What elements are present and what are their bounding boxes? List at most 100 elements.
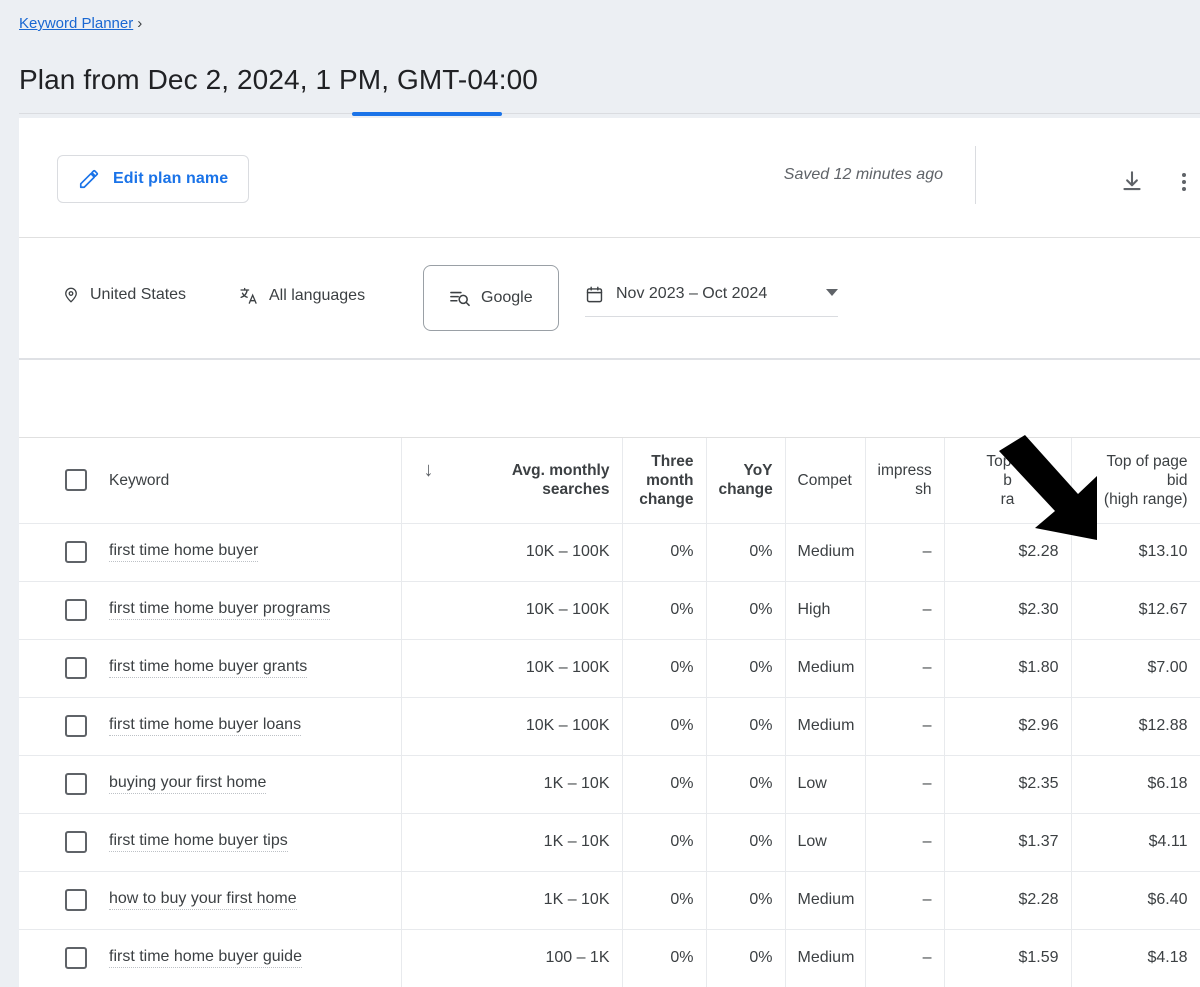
table-cell-ad-impression-share: – [865,755,945,814]
table-header-yoy-change[interactable]: YoY change [706,438,786,524]
table-cell-avg-monthly-searches: 1K – 10K [401,755,623,814]
table-cell-keyword[interactable]: first time home buyer loans [19,697,402,756]
bid-low-line2: b [1003,471,1012,489]
table-cell-yoy-change: 0% [706,697,786,756]
row-checkbox[interactable] [65,541,87,563]
table-cell-top-of-page-bid-high: $6.18 [1071,755,1200,814]
table-cell-top-of-page-bid-low: $2.30 [944,581,1072,640]
tab-active-indicator[interactable] [352,112,502,116]
plan-filters-bar: United States All languages Google Nov 2… [19,238,1200,360]
table-cell-competition: Medium [785,697,866,756]
ad-impression-share-line1: impress [877,462,932,480]
table-header-three-month-change[interactable]: Three month change [622,438,707,524]
filter-network[interactable]: Google [423,265,559,331]
keyword-text[interactable]: how to buy your first home [109,890,297,910]
filter-location-label: United States [90,286,187,303]
table-header-competition[interactable]: Compet [785,438,866,524]
table-cell-keyword[interactable]: first time home buyer grants [19,639,402,698]
row-checkbox[interactable] [65,947,87,969]
table-cell-avg-monthly-searches: 10K – 100K [401,697,623,756]
table-cell-avg-monthly-searches: 1K – 10K [401,871,623,930]
filter-date-range[interactable]: Nov 2023 – Oct 2024 [585,272,838,317]
table-cell-keyword[interactable]: first time home buyer programs [19,581,402,640]
filter-language[interactable]: All languages [239,286,365,306]
row-checkbox[interactable] [65,715,87,737]
row-checkbox[interactable] [65,831,87,853]
table-header-top-of-page-bid-low[interactable]: Top of b ra [944,438,1072,524]
table-cell-competition: Medium [785,871,866,930]
table-cell-three-month-change: 0% [622,755,707,814]
table-cell-top-of-page-bid-high: $13.10 [1071,523,1200,582]
bid-high-line2: (high range) [1103,490,1188,508]
table-cell-keyword[interactable]: how to buy your first home [19,871,402,930]
keyword-text[interactable]: first time home buyer loans [109,716,302,736]
table-row[interactable]: first time home buyer programs 10K – 100K… [19,581,1200,640]
table-cell-keyword[interactable]: first time home buyer [19,523,402,582]
edit-plan-name-button[interactable]: Edit plan name [57,155,250,203]
table-header-avg-monthly-searches[interactable]: ↓ Avg. monthly searches [401,438,623,524]
row-checkbox[interactable] [65,889,87,911]
table-cell-keyword[interactable]: first time home buyer guide [19,929,402,987]
row-checkbox[interactable] [65,657,87,679]
table-row[interactable]: first time home buyer loans 10K – 100K 0% 0… [19,697,1200,756]
table-cell-top-of-page-bid-high: $12.67 [1071,581,1200,640]
table-cell-ad-impression-share: – [865,929,945,987]
ad-impression-share-line2: sh [915,481,932,499]
table-row[interactable]: first time home buyer grants 10K – 100K 0%… [19,639,1200,698]
row-checkbox[interactable] [65,599,87,621]
table-cell-competition: Low [785,813,866,872]
table-cell-top-of-page-bid-high: $7.00 [1071,639,1200,698]
tab-strip-rule [19,113,1200,114]
table-header-keyword-label: Keyword [109,471,170,489]
table-row[interactable]: first time home buyer tips 1K – 10K 0% 0% Lo… [19,813,1200,872]
table-cell-competition: Medium [785,929,866,987]
table-cell-top-of-page-bid-high: $4.18 [1071,929,1200,987]
table-row[interactable]: first time home buyer guide 100 – 1K 0% 0% M… [19,929,1200,987]
table-cell-ad-impression-share: – [865,581,945,640]
table-header-row: Keyword ↓ Avg. monthly searches Three mo… [19,438,1200,524]
chevron-down-icon[interactable] [826,289,838,296]
table-cell-competition: Medium [785,639,866,698]
breadcrumb-link-keyword-planner[interactable]: Keyword Planner [19,14,133,34]
table-cell-competition: Low [785,755,866,814]
filter-location[interactable]: United States [62,286,186,304]
table-row[interactable]: how to buy your first home 1K – 10K 0% 0% Me… [19,871,1200,930]
table-cell-ad-impression-share: – [865,523,945,582]
table-body: first time home buyer 10K – 100K 0% 0% Mediu… [19,523,1200,987]
row-checkbox[interactable] [65,773,87,795]
table-cell-keyword[interactable]: first time home buyer tips [19,813,402,872]
breadcrumb: Keyword Planner › [19,14,142,34]
table-header-top-of-page-bid-high[interactable]: Top of page bid (high range) [1071,438,1200,524]
download-button[interactable] [1112,162,1152,202]
table-cell-top-of-page-bid-low: $1.59 [944,929,1072,987]
table-cell-top-of-page-bid-low: $2.35 [944,755,1072,814]
table-cell-top-of-page-bid-low: $2.28 [944,871,1072,930]
table-cell-yoy-change: 0% [706,755,786,814]
table-cell-three-month-change: 0% [622,813,707,872]
table-cell-top-of-page-bid-low: $1.80 [944,639,1072,698]
keyword-text[interactable]: buying your first home [109,774,267,794]
table-cell-yoy-change: 0% [706,929,786,987]
table-header-keyword[interactable]: Keyword [19,438,402,524]
table-cell-avg-monthly-searches: 10K – 100K [401,523,623,582]
table-cell-ad-impression-share: – [865,813,945,872]
table-cell-ad-impression-share: – [865,639,945,698]
table-row[interactable]: buying your first home 1K – 10K 0% 0% Low – $2… [19,755,1200,814]
table-cell-three-month-change: 0% [622,697,707,756]
keyword-text[interactable]: first time home buyer [109,542,259,562]
table-cell-top-of-page-bid-low: $2.96 [944,697,1072,756]
arrow-down-icon: ↓ [423,459,434,482]
table-cell-avg-monthly-searches: 100 – 1K [401,929,623,987]
table-cell-yoy-change: 0% [706,639,786,698]
breadcrumb-chevron-icon: › [137,15,143,32]
table-cell-keyword[interactable]: buying your first home [19,755,402,814]
select-all-checkbox[interactable] [65,469,87,492]
keyword-text[interactable]: first time home buyer tips [109,832,288,852]
more-options-button[interactable] [1164,162,1200,202]
keyword-text[interactable]: first time home buyer guide [109,948,302,968]
table-header-ad-impression-share[interactable]: impress sh [865,438,945,524]
table-row[interactable]: first time home buyer 10K – 100K 0% 0% Mediu… [19,523,1200,582]
keyword-text[interactable]: first time home buyer grants [109,658,308,678]
table-cell-top-of-page-bid-high: $12.88 [1071,697,1200,756]
keyword-text[interactable]: first time home buyer programs [109,600,331,620]
